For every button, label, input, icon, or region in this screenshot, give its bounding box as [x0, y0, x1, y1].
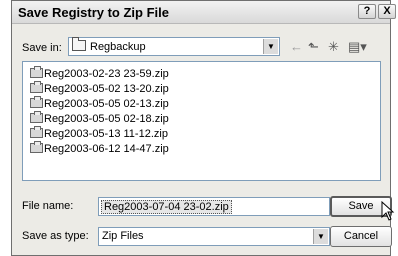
list-item[interactable]: Reg2003-05-05 02-13.zip [30, 96, 169, 112]
folder-icon [72, 37, 86, 51]
zip-file-icon [30, 81, 43, 93]
file-name: Reg2003-05-13 11-12.zip [44, 128, 168, 140]
zip-file-icon [30, 126, 43, 138]
help-button[interactable]: ? [358, 4, 376, 19]
save-in-label: Save in: [22, 42, 62, 54]
save-in-value-wrap: Regbackup [72, 37, 146, 53]
file-name: Reg2003-05-05 02-13.zip [44, 98, 169, 110]
file-name-input[interactable]: Reg2003-07-04 23-02.zip [98, 197, 330, 216]
list-item[interactable]: Reg2003-06-12 14-47.zip [30, 141, 169, 157]
chevron-down-icon[interactable]: ▼ [313, 229, 328, 244]
up-folder-icon[interactable]: ⬑ [308, 39, 319, 55]
close-button[interactable]: X [378, 4, 396, 19]
title-bar[interactable]: Save Registry to Zip File ? X [12, 1, 396, 24]
chevron-down-icon[interactable]: ▼ [263, 39, 278, 54]
file-list[interactable]: Reg2003-02-23 23-59.zip Reg2003-05-02 13… [22, 61, 381, 181]
back-icon[interactable]: ← [290, 39, 303, 55]
view-menu-icon[interactable]: ▤▾ [348, 39, 367, 55]
save-as-type-dropdown[interactable]: Zip Files ▼ [98, 227, 330, 246]
save-as-type-value: Zip Files [102, 230, 144, 242]
file-name: Reg2003-05-05 02-18.zip [44, 113, 169, 125]
file-name-label: File name: [22, 200, 74, 212]
zip-file-icon [30, 96, 43, 108]
file-name: Reg2003-05-02 13-20.zip [44, 83, 169, 95]
zip-file-icon [30, 141, 43, 153]
save-in-value: Regbackup [90, 41, 146, 53]
list-item[interactable]: Reg2003-05-02 13-20.zip [30, 81, 169, 97]
zip-file-icon [30, 66, 43, 78]
list-item[interactable]: Reg2003-05-05 02-18.zip [30, 111, 169, 127]
zip-file-icon [30, 111, 43, 123]
save-registry-dialog: Save Registry to Zip File ? X Save in: R… [11, 0, 396, 256]
save-in-dropdown[interactable]: Regbackup ▼ [68, 37, 280, 56]
list-item[interactable]: Reg2003-05-13 11-12.zip [30, 126, 168, 142]
dialog-title: Save Registry to Zip File [18, 5, 169, 20]
file-name: Reg2003-02-23 23-59.zip [44, 68, 169, 80]
new-folder-icon[interactable]: ✳ [328, 39, 339, 55]
list-item[interactable]: Reg2003-02-23 23-59.zip [30, 66, 169, 82]
file-name: Reg2003-06-12 14-47.zip [44, 143, 169, 155]
mouse-cursor-icon [381, 201, 395, 221]
save-as-type-label: Save as type: [22, 230, 89, 242]
cancel-button[interactable]: Cancel [330, 226, 392, 247]
file-name-value: Reg2003-07-04 23-02.zip [101, 200, 232, 214]
